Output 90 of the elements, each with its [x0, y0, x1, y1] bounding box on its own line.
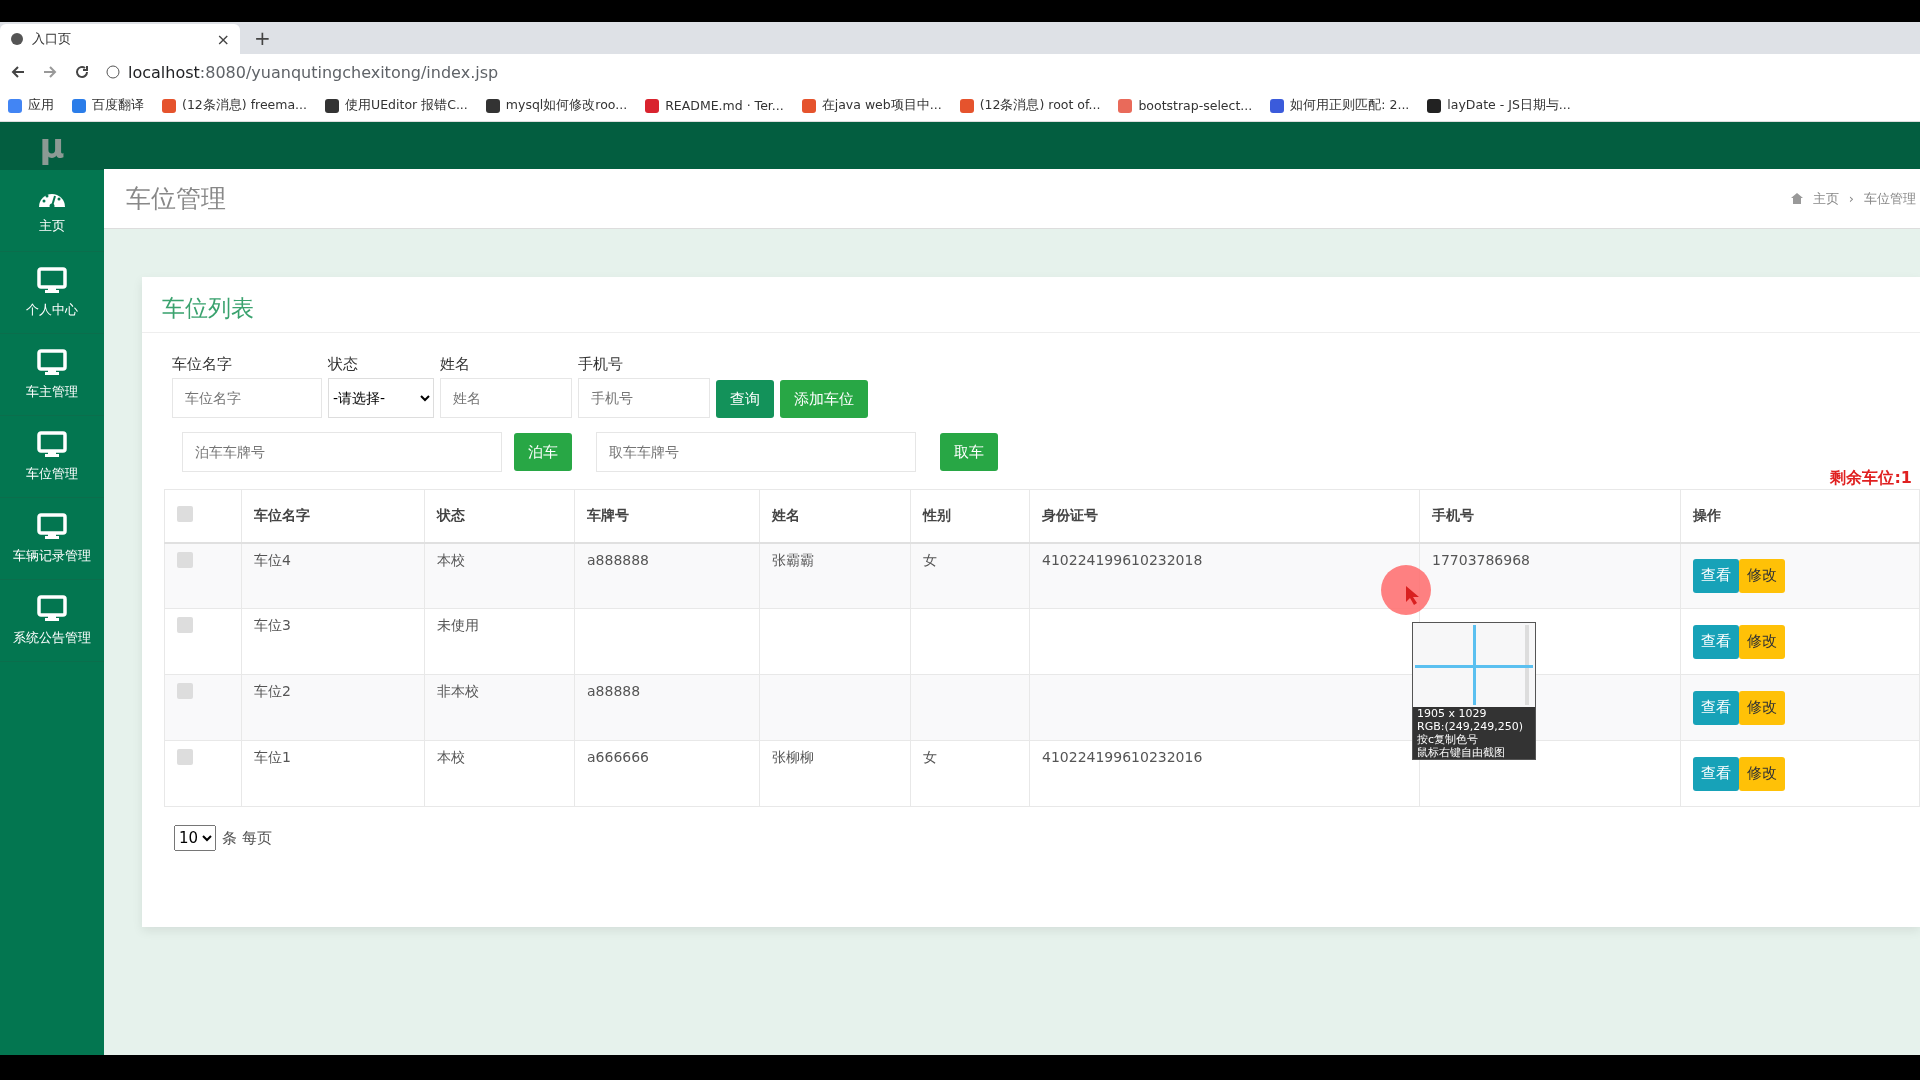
- sidebar-item[interactable]: 系统公告管理: [0, 580, 104, 662]
- search-button[interactable]: 查询: [716, 380, 774, 418]
- table-cell: 张霸霸: [772, 551, 814, 568]
- table-cell: a888888: [587, 551, 650, 568]
- bookmark-link[interactable]: (12条消息) freema...: [162, 97, 308, 114]
- checkbox[interactable]: [177, 617, 193, 633]
- bookmark-link[interactable]: 百度翻译: [72, 97, 144, 114]
- monitor-icon: [37, 430, 67, 459]
- bookmark-link[interactable]: 使用UEditor 报错C...: [325, 97, 468, 114]
- field-label: 状态: [328, 355, 359, 374]
- table-cell: 410224199610232016: [1042, 749, 1203, 765]
- remaining-count: 剩余车位:1: [1830, 468, 1912, 487]
- edit-button[interactable]: 修改: [1739, 690, 1785, 725]
- overlay-text: 鼠标右键自由截图: [1416, 746, 1506, 759]
- sidebar-item[interactable]: 个人中心: [0, 252, 104, 334]
- sidebar-item[interactable]: 车辆记录管理: [0, 498, 104, 580]
- column-header: 操作: [1680, 489, 1920, 543]
- table-cell: 未使用: [437, 617, 479, 633]
- page-size-label: 条 每页: [222, 828, 272, 848]
- sidebar-item[interactable]: 车位管理: [0, 416, 104, 498]
- bookmark-link[interactable]: 应用: [8, 97, 54, 114]
- reload-icon[interactable]: [74, 64, 90, 80]
- column-header: 性别: [910, 489, 1030, 543]
- table-cell: 非本校: [437, 683, 479, 699]
- checkbox[interactable]: [177, 683, 193, 699]
- sidebar-item[interactable]: 车主管理: [0, 334, 104, 416]
- new-tab-button[interactable]: +: [254, 26, 271, 50]
- field-label: 车位名字: [172, 355, 233, 374]
- breadcrumb-separator: ›: [1848, 191, 1854, 206]
- table-cell: 车位3: [254, 617, 291, 633]
- monitor-icon: [37, 594, 67, 623]
- monitor-icon: [37, 266, 67, 295]
- status-select[interactable]: -请选择-: [328, 378, 434, 418]
- table-cell: 女: [923, 749, 937, 765]
- table-cell: 车位4: [254, 551, 291, 568]
- checkbox[interactable]: [177, 506, 193, 523]
- page-size-select[interactable]: 10: [174, 825, 216, 851]
- back-icon[interactable]: [10, 64, 26, 80]
- column-header: 车牌号: [574, 489, 760, 543]
- column-header: 手机号: [1419, 489, 1681, 543]
- overlay-text: 1905 x 1029: [1416, 707, 1488, 720]
- globe-icon: [10, 32, 24, 46]
- table-cell: 本校: [437, 551, 465, 568]
- monitor-icon: [37, 512, 67, 541]
- column-header: 状态: [424, 489, 575, 543]
- edit-button[interactable]: 修改: [1739, 558, 1785, 593]
- table-cell: 女: [923, 551, 937, 568]
- forward-icon[interactable]: [42, 64, 58, 80]
- plate-input[interactable]: 泊车车牌号: [182, 432, 502, 472]
- column-header: 车位名字: [241, 489, 425, 543]
- filter-input[interactable]: 手机号: [578, 378, 710, 418]
- bookmark-link[interactable]: 在java web项目中...: [801, 97, 942, 114]
- logo: μ: [0, 122, 104, 170]
- table-cell: 车位2: [254, 683, 291, 699]
- table-cell: 车位1: [254, 749, 291, 765]
- breadcrumb-link[interactable]: 主页: [1812, 189, 1839, 208]
- column-header: 身份证号: [1029, 489, 1420, 543]
- filter-input[interactable]: 姓名: [440, 378, 572, 418]
- close-icon[interactable]: ×: [216, 29, 230, 49]
- home-icon: [1790, 193, 1803, 204]
- bookmark-link[interactable]: README.md · Ter...: [645, 98, 784, 113]
- table-cell: 17703786968: [1432, 551, 1530, 568]
- bookmark-link[interactable]: (12条消息) root of...: [959, 97, 1101, 114]
- bookmark-link[interactable]: 如何用正则匹配: 2...: [1270, 97, 1410, 114]
- edit-button[interactable]: 修改: [1739, 624, 1785, 659]
- edit-button[interactable]: 修改: [1739, 756, 1785, 791]
- field-label: 姓名: [440, 355, 471, 374]
- bookmark-link[interactable]: mysql如何修改roo...: [485, 97, 628, 114]
- bookmark-link[interactable]: bootstrap-select...: [1118, 98, 1253, 113]
- plate-input[interactable]: 取车车牌号: [596, 432, 916, 472]
- table-cell: a88888: [587, 683, 641, 699]
- cursor-icon: [1380, 564, 1432, 616]
- breadcrumb-current: 车位管理: [1864, 189, 1916, 208]
- monitor-icon: [37, 348, 67, 377]
- address-field[interactable]: localhost:8080/yuanqutingchexitong/index.jsp: [106, 62, 499, 82]
- checkbox[interactable]: [177, 551, 193, 568]
- overlay-text: RGB:(249,249,250): [1416, 720, 1524, 733]
- overlay-text: 按c复制色号: [1416, 733, 1480, 746]
- field-label: 手机号: [578, 355, 624, 374]
- checkbox[interactable]: [177, 749, 193, 765]
- column-header: 姓名: [759, 489, 911, 543]
- filter-input[interactable]: 车位名字: [172, 378, 322, 418]
- bookmark-link[interactable]: layDate - JS日期与...: [1427, 97, 1571, 114]
- table-cell: 410224199610232018: [1042, 551, 1203, 568]
- table-cell: a666666: [587, 749, 650, 765]
- browser-tab[interactable]: 入口页 ×: [0, 24, 240, 54]
- table-cell: 本校: [437, 749, 465, 765]
- card-title: 车位列表: [142, 277, 1920, 333]
- page-title: 车位管理: [126, 183, 226, 215]
- table-cell: 张柳柳: [772, 749, 814, 765]
